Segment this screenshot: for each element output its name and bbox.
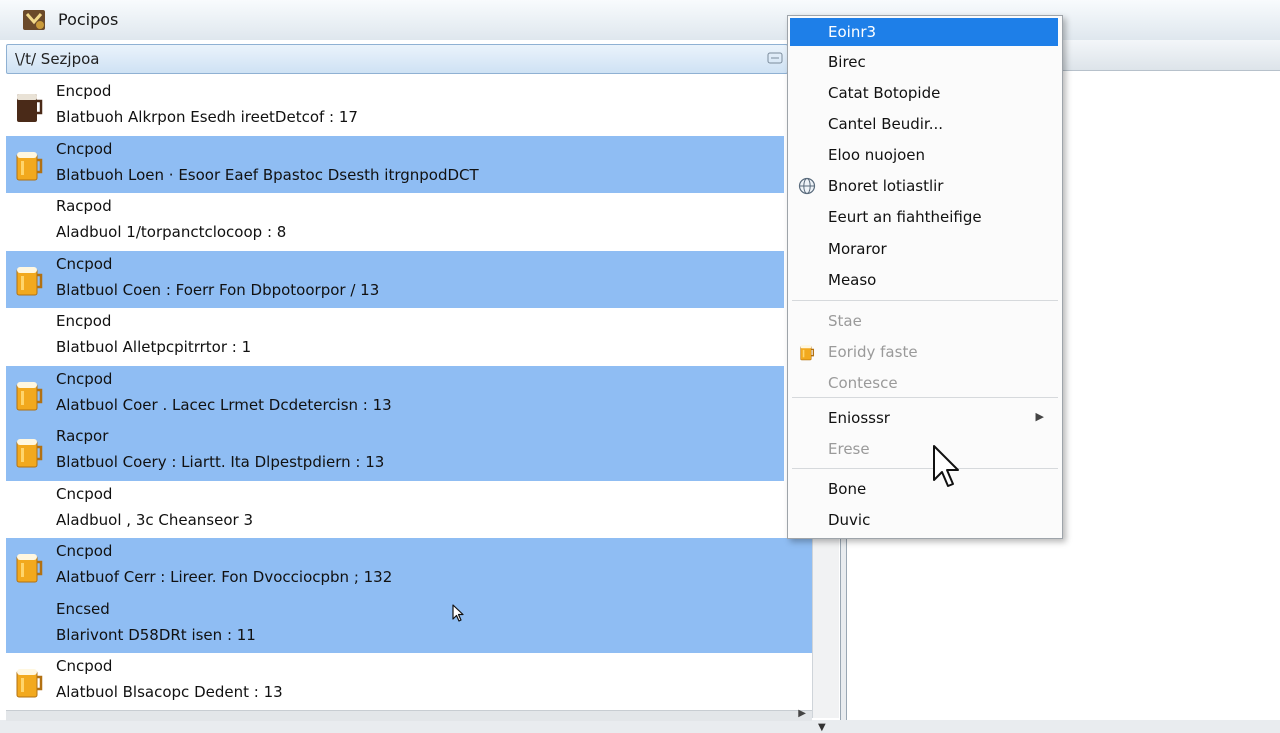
menu-item-label: Catat Botopide [828,84,941,102]
menu-item-label: Contesce [828,374,898,392]
row-detail: Blatbuol Alletpcpitrrtor : 1 [56,338,252,356]
list-row[interactable]: Cncpod Alatbuol Coer . Lacec Lrmet Dcdete… [6,365,784,423]
row-detail: Blarivont D58DRt isen : 11 [56,625,256,644]
menu-item: Contesce [790,369,1058,397]
search-input[interactable]: \/t/ Sezjpoa [15,50,100,68]
horizontal-scrollbar[interactable]: ▶ [6,708,812,721]
menu-item: Stae [790,307,1058,335]
row-name: Cncpod [56,254,113,273]
row-name: Encsed [56,599,110,618]
beer-mug-icon [800,345,815,361]
menu-item-label: Eoinr3 [828,23,877,41]
list-row[interactable]: Cncpod Alatbuol Blsacopc Dedent : 13 [6,653,812,710]
row-name: Cncpod [56,139,113,158]
row-detail: Alatbuol Coer . Lacec Lrmet Dcdetercisn … [56,395,392,414]
menu-item-label: Erese [828,440,870,458]
list-row[interactable]: Racpod Aladbuol 1/torpanctclocoop : 8 [6,193,784,251]
row-name: Encpod [56,82,112,100]
menu-item-label: Eeurt an fiahtheifige [828,208,982,226]
menu-item[interactable]: Eloo nuojoen [790,141,1058,169]
submenu-arrow-icon: ▶ [1035,410,1044,423]
mouse-cursor-icon [933,445,959,487]
row-detail: Aladbuol , 3c Cheanseor 3 [56,510,253,529]
scroll-right-arrow-icon[interactable]: ▶ [798,708,806,719]
list-row[interactable]: Cncpod Blatbuoh Loen · Esoor Eaef Bpastoc… [6,135,784,193]
search-bar[interactable]: \/t/ Sezjpoa [6,44,788,74]
beer-mug-icon [16,266,43,295]
context-menu: Eoinr3 Birec Catat Botopide Cantel Beudir..… [787,15,1063,539]
list-row[interactable]: Racpor Blatbuol Coery : Liartt. Ita Dlpes… [6,423,784,481]
row-detail: Blatbuol Coery : Liartt. Ita Dlpestpdier… [56,453,385,471]
menu-item[interactable]: Bone [790,475,1058,503]
menu-item[interactable]: Eniosssr ▶ [790,404,1058,432]
item-list[interactable]: Encpod Blatbuoh Alkrpon Esedh ireetDetcof… [6,78,812,710]
menu-item[interactable]: Eoinr3 [790,18,1058,46]
globe-icon [798,177,816,195]
beer-mug-icon [16,439,43,468]
list-row[interactable]: Encpod Blatbuoh Alkrpon Esedh ireetDetcof… [6,78,784,136]
row-name: Cncpod [56,369,113,388]
list-row[interactable]: Cncpod Blatbuol Coen : Foerr Fon Dbpotoor… [6,250,784,308]
menu-item: Erese [790,435,1058,463]
row-name: Cncpod [56,484,113,503]
menu-item-label: Moraror [828,240,887,258]
coffee-mug-icon [17,94,43,122]
menu-item-label: Eniosssr [828,409,890,427]
menu-item[interactable]: Measo [790,266,1058,294]
app-logo-icon [23,10,45,30]
title-bar: Pocipos [0,0,1280,41]
row-detail: Blatbuoh Alkrpon Esedh ireetDetcof : 17 [56,108,358,126]
menu-item[interactable]: Cantel Beudir... [790,110,1058,138]
menu-item: Eoridy faste [790,338,1058,366]
list-panel: \/t/ Sezjpoa Encpod Blatbuoh Alkrpon Esed… [0,40,841,733]
menu-item-label: Birec [828,53,866,71]
menu-separator [792,300,1058,301]
beer-mug-icon [16,669,43,698]
row-detail: Blatbuol Coen : Foerr Fon Dbpotoorpor / … [56,280,380,299]
beer-mug-icon [16,554,43,583]
window-title: Pocipos [58,10,119,29]
menu-item-label: Eoridy faste [828,343,918,361]
menu-separator [792,397,1058,398]
menu-item[interactable]: Duvic [790,506,1058,534]
row-name: Cncpod [56,542,113,560]
list-row[interactable]: Encsed Blarivont D58DRt isen : 11 [6,595,812,653]
row-name: Racpod [56,197,112,215]
menu-item-label: Measo [828,271,877,289]
row-name: Encpod [56,312,112,330]
row-detail: Blatbuoh Loen · Esoor Eaef Bpastoc Dsest… [56,165,479,184]
mouse-pointer-icon [452,604,464,622]
row-detail: Alatbuol Blsacopc Dedent : 13 [56,683,283,701]
menu-item[interactable]: Bnoret lotiastlir [790,172,1058,200]
beer-mug-icon [16,381,43,410]
scroll-down-arrow-icon[interactable]: ▼ [818,722,826,733]
menu-item[interactable]: Catat Botopide [790,79,1058,107]
menu-item-label: Bone [828,480,867,498]
menu-item[interactable]: Eeurt an fiahtheifige [790,203,1058,231]
list-row[interactable]: Cncpod Alatbuof Cerr : Lireer. Fon Dvocci… [6,538,812,596]
list-row[interactable]: Encpod Blatbuol Alletpcpitrrtor : 1 [6,308,784,366]
row-detail: Alatbuof Cerr : Lireer. Fon Dvocciocpbn … [56,568,393,586]
menu-item-label: Stae [828,312,862,330]
menu-item[interactable]: Birec [790,48,1058,76]
menu-item-label: Cantel Beudir... [828,115,944,133]
row-name: Cncpod [56,657,113,675]
beer-mug-icon [16,151,43,180]
row-name: Racpor [56,427,109,445]
menu-item-label: Eloo nuojoen [828,146,926,164]
menu-separator [792,468,1058,469]
menu-item[interactable]: Moraror [790,235,1058,263]
row-detail: Aladbuol 1/torpanctclocoop : 8 [56,223,287,241]
search-icon[interactable] [767,50,783,66]
menu-item-label: Duvic [828,511,871,529]
menu-item-label: Bnoret lotiastlir [828,177,944,195]
list-row[interactable]: Cncpod Aladbuol , 3c Cheanseor 3 [6,481,812,539]
